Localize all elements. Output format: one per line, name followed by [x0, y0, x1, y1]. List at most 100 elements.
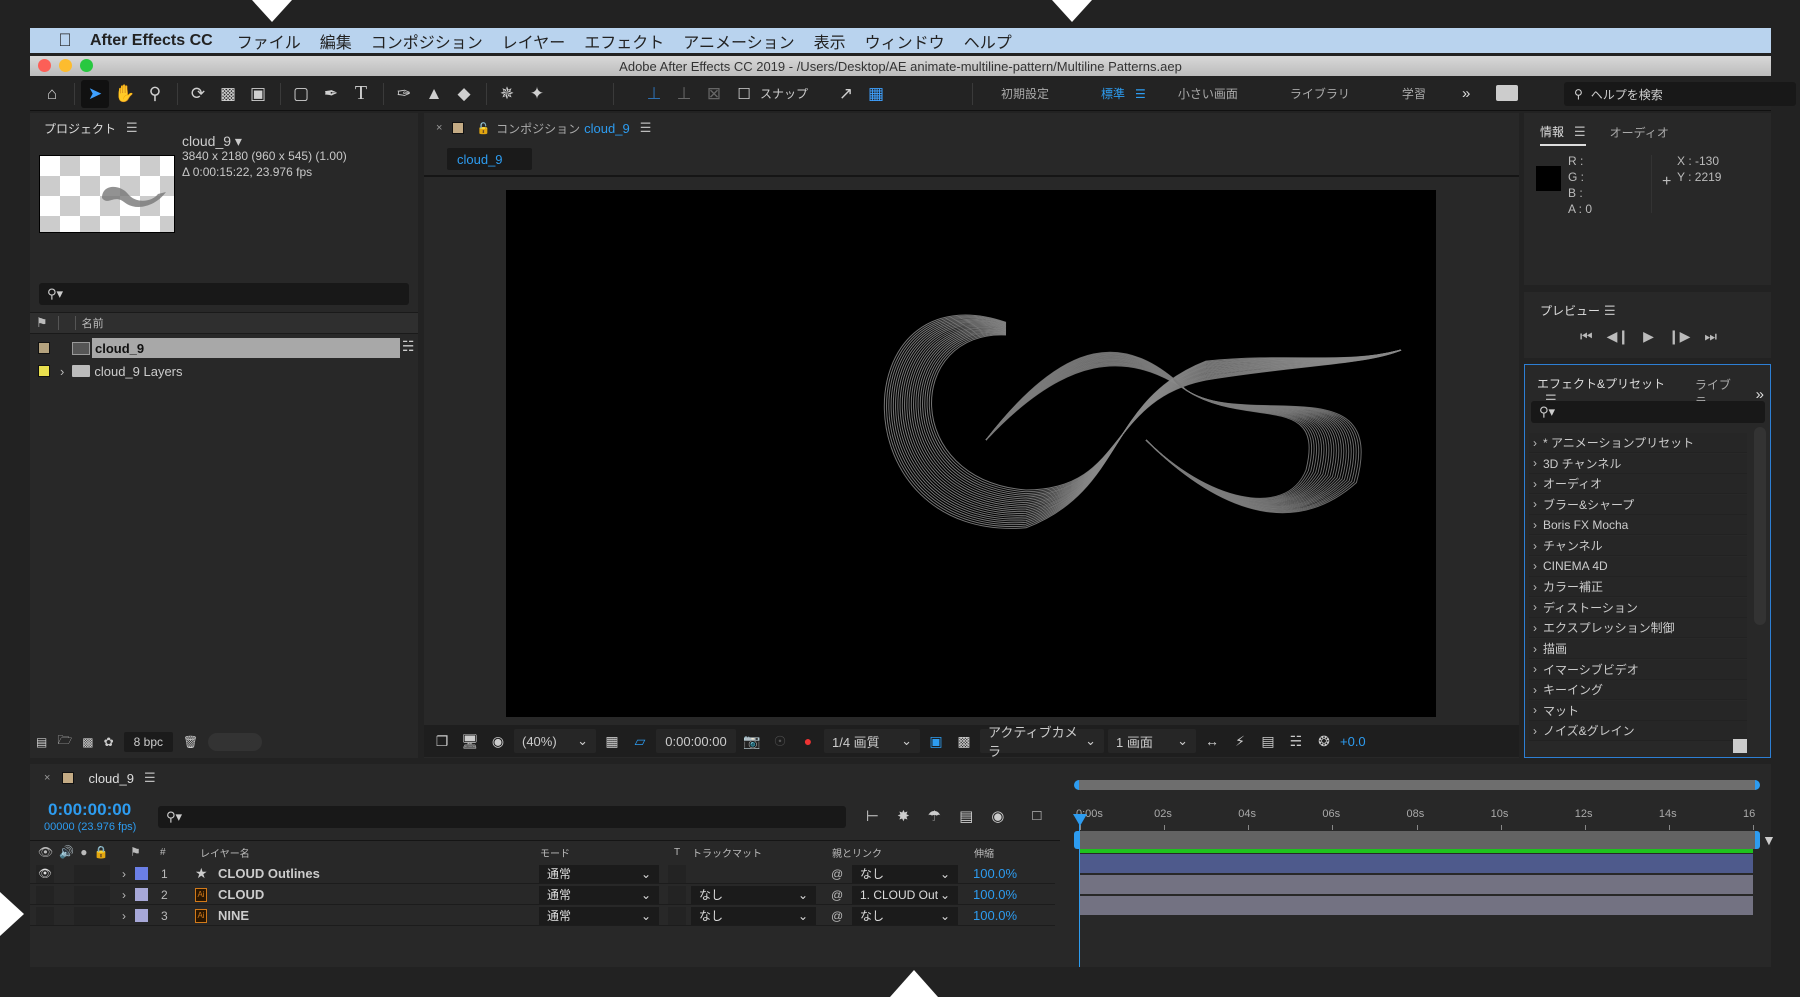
anchor-point-tool-icon[interactable]: ▣ [244, 80, 272, 108]
close-tab-icon[interactable]: × [44, 772, 50, 784]
interpret-footage-icon[interactable]: ▤ [36, 735, 47, 749]
column-number[interactable]: # [160, 842, 166, 862]
frame-blending-icon[interactable]: ▤ [959, 807, 973, 825]
effects-category[interactable]: › カラー補正 [1529, 577, 1747, 598]
monitor-icon[interactable]: 🖥 [458, 729, 482, 753]
expand-chevron-icon[interactable]: › [1533, 580, 1537, 594]
layer-bar[interactable] [1080, 875, 1753, 894]
workspace-small-screen[interactable]: 小さい画面 [1178, 85, 1238, 102]
preserve-transparency-toggle[interactable] [668, 906, 686, 925]
expand-chevron-icon[interactable]: › [1533, 621, 1537, 635]
timeline-track-area[interactable]: 0:00s 02s 04s 06s 08s 10s 12s 14s 16 ▼ [1068, 764, 1776, 967]
layer-row[interactable]: › 2 Ai CLOUD 通常 ⌄ なし ⌄ @1. CLOUD Out ⌄ 100.0% [30, 885, 1055, 905]
label-color-swatch[interactable] [38, 365, 50, 377]
pixel-aspect-icon[interactable]: ↔ [1200, 729, 1224, 753]
rectangle-tool-icon[interactable]: ▢ [287, 80, 315, 108]
thumbnail-slider[interactable] [208, 732, 263, 751]
effects-category[interactable]: › * アニメーションプリセット [1529, 433, 1747, 453]
expand-chevron-icon[interactable]: › [60, 364, 64, 379]
preview-title[interactable]: プレビュー [1540, 304, 1600, 318]
snapshot-camera-icon[interactable]: 📷 [740, 729, 764, 753]
fast-previews-icon[interactable]: ⚡ [1228, 729, 1252, 753]
zoom-window-button[interactable] [80, 59, 93, 72]
new-composition-icon[interactable]: ▩ [82, 735, 93, 749]
lock-icon[interactable]: 🔒 [93, 845, 108, 859]
axis-world-icon[interactable]: ⊥ [670, 80, 698, 108]
project-search-input[interactable]: ⚲▾ [39, 283, 409, 305]
menu-app-name[interactable]: After Effects CC [90, 32, 213, 50]
work-area-bar[interactable] [1074, 831, 1760, 849]
comp-tab-name[interactable]: cloud_9 [584, 121, 630, 136]
solo-toggle[interactable] [74, 906, 92, 925]
bpc-button[interactable]: 8 bpc [123, 731, 173, 752]
lock-toggle[interactable] [92, 864, 110, 883]
effects-scrollbar[interactable] [1754, 427, 1766, 625]
project-selected-name[interactable]: cloud_9 [182, 133, 231, 149]
axis-view-icon[interactable]: ⊠ [700, 80, 728, 108]
transparency-grid-icon[interactable]: ▩ [952, 729, 976, 753]
preserve-transparency-toggle[interactable] [668, 885, 686, 904]
composition-viewer[interactable] [506, 190, 1436, 717]
hand-tool-icon[interactable]: ✋ [111, 80, 139, 108]
expand-chevron-icon[interactable]: › [1533, 539, 1537, 553]
expand-chevron-icon[interactable]: › [1533, 518, 1537, 532]
menu-window[interactable]: ウィンドウ [865, 29, 945, 53]
axis-local-icon[interactable]: ⊥ [640, 80, 668, 108]
column-name[interactable]: 名前 [82, 315, 104, 331]
effects-category[interactable]: › オーディオ [1529, 474, 1747, 495]
project-item[interactable]: cloud_9 [30, 337, 400, 359]
column-layer-name[interactable]: レイヤー名 [200, 842, 250, 862]
effects-category[interactable]: › 描画 [1529, 639, 1747, 659]
effects-category[interactable]: › エクスプレッション制御 [1529, 618, 1747, 639]
parent-link-dropdown[interactable]: なし ⌄ [852, 906, 958, 925]
exposure-value[interactable]: +0.0 [1340, 734, 1366, 749]
parent-link-dropdown[interactable]: 1. CLOUD Out ⌄ [852, 885, 958, 904]
vr-goggles-icon[interactable]: ◉ [486, 729, 510, 753]
expand-chevron-icon[interactable]: › [122, 907, 126, 925]
blend-mode-dropdown[interactable]: 通常 ⌄ [539, 906, 659, 925]
effects-category[interactable]: › CINEMA 4D [1529, 556, 1747, 577]
video-visibility-icon[interactable]: 👁 [38, 845, 53, 859]
selection-tool-icon[interactable]: ➤ [81, 79, 109, 108]
lock-toggle[interactable] [92, 906, 110, 925]
effects-category[interactable]: › ブラー&シャープ [1529, 494, 1747, 515]
home-icon[interactable]: ⌂ [38, 80, 66, 108]
label-color-swatch[interactable] [38, 342, 50, 354]
menu-effect[interactable]: エフェクト [584, 29, 664, 53]
layer-name[interactable]: CLOUD [218, 886, 264, 904]
layer-label-swatch[interactable] [135, 865, 148, 883]
panel-menu-icon[interactable]: ☰ [640, 120, 652, 136]
composition-mini-flowchart-icon[interactable]: ⊢ [866, 807, 879, 825]
layer-row[interactable]: 👁 › 1 ★ CLOUD Outlines 通常 ⌄ @ なし ⌄ 100.0% [30, 864, 1055, 884]
zoom-tool-icon[interactable]: ⚲ [141, 80, 169, 108]
preserve-transparency-toggle[interactable] [668, 864, 686, 883]
playhead-handle[interactable] [1073, 814, 1087, 826]
lock-icon[interactable]: 🔓 [476, 122, 490, 135]
label-tag-icon[interactable]: ⚑ [130, 842, 141, 862]
layer-label-swatch[interactable] [135, 886, 148, 904]
expand-chevron-icon[interactable]: › [1533, 662, 1537, 676]
workspace-default[interactable]: 初期設定 [1001, 85, 1049, 102]
menu-file[interactable]: ファイル [237, 29, 301, 53]
always-preview-icon[interactable]: ❐ [430, 729, 454, 753]
stretch-value[interactable]: 100.0% [973, 866, 1017, 881]
new-folder-icon[interactable]: 🗁 [57, 731, 72, 752]
apple-icon[interactable]:  [54, 30, 76, 52]
layer-bar[interactable] [1080, 854, 1753, 873]
tab-info[interactable]: 情報 ☰ [1540, 123, 1586, 146]
draft-3d-icon[interactable]: ✸ [897, 807, 910, 825]
text-tool-icon[interactable]: T [347, 80, 375, 108]
effects-category[interactable]: › 3D チャンネル [1529, 453, 1747, 474]
effects-category[interactable]: › ノイズ&グレイン [1529, 721, 1747, 742]
comp-marker-bin-icon[interactable]: ▼ [1762, 832, 1776, 848]
comp-breadcrumb[interactable]: cloud_9 [447, 148, 532, 170]
expand-chevron-icon[interactable]: › [1533, 436, 1537, 450]
clone-stamp-tool-icon[interactable]: ▲ [420, 80, 448, 108]
panel-menu-icon[interactable]: ☰ [1604, 303, 1616, 318]
eraser-tool-icon[interactable]: ◆ [450, 80, 478, 108]
pick-whip-icon[interactable]: @ [831, 865, 843, 883]
expand-chevron-icon[interactable]: › [122, 886, 126, 904]
menu-composition[interactable]: コンポジション [371, 29, 483, 53]
timeline-current-time[interactable]: 0:00:00:00 [48, 800, 131, 820]
navigator-bar[interactable] [1074, 780, 1760, 790]
